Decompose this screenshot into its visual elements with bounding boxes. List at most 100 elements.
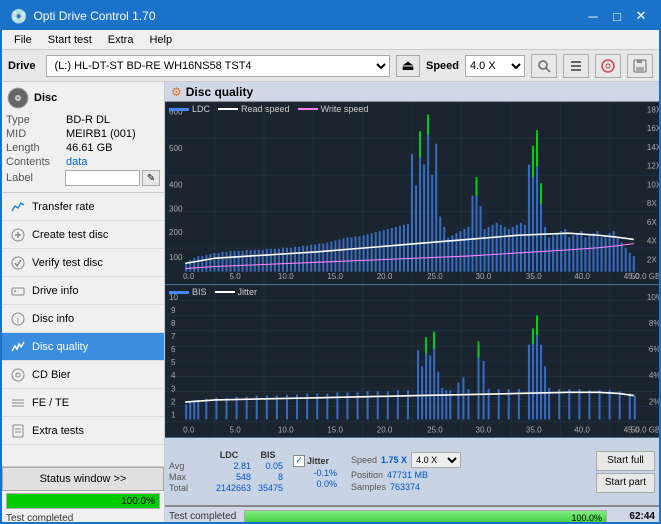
svg-text:500: 500 — [169, 144, 183, 153]
length-value: 46.61 GB — [66, 142, 112, 154]
drive-select[interactable]: (L:) HL-DT-ST BD-RE WH16NS58 TST4 — [46, 55, 390, 77]
avg-jitter: -0.1% — [293, 468, 337, 478]
svg-text:40.0: 40.0 — [574, 424, 590, 434]
speed-stat-select[interactable]: 4.0 X — [411, 452, 461, 468]
svg-text:35.0: 35.0 — [526, 424, 542, 434]
scan-button[interactable] — [531, 54, 557, 78]
main-area: Disc Type BD-R DL MID MEIRB1 (001) Lengt… — [2, 82, 659, 524]
dq-title: Disc quality — [186, 85, 253, 99]
nav-create-test-disc[interactable]: Create test disc — [2, 221, 164, 249]
stats-table: LDC BIS Avg 2.81 0.05 Max 548 8 Total — [169, 450, 283, 493]
legend-ldc: LDC — [169, 104, 210, 114]
samples-value: 763374 — [390, 482, 420, 492]
samples-label: Samples — [351, 482, 386, 492]
bis-header: BIS — [253, 450, 283, 460]
svg-text:6X: 6X — [647, 218, 657, 227]
save-button[interactable] — [627, 54, 653, 78]
svg-text:3: 3 — [171, 383, 176, 393]
svg-text:30.0: 30.0 — [476, 272, 492, 281]
label-edit-button[interactable]: ✎ — [142, 170, 160, 186]
elapsed-time: 62:44 — [615, 511, 655, 522]
speed-select[interactable]: 4.0 X — [465, 55, 525, 77]
legend-jitter: Jitter — [215, 287, 258, 297]
svg-text:40.0: 40.0 — [574, 272, 590, 281]
svg-text:18X: 18X — [647, 105, 659, 114]
jitter-max-row: 0.0% — [293, 479, 337, 489]
dq-header: ⚙ Disc quality — [165, 82, 659, 102]
label-input[interactable] — [65, 170, 140, 186]
jitter-checkbox[interactable]: ✓ — [293, 455, 305, 467]
disc-quality-icon — [10, 339, 26, 355]
start-part-button[interactable]: Start part — [596, 473, 655, 493]
nav-verify-test-disc[interactable]: Verify test disc — [2, 249, 164, 277]
disc-info-icon: i — [10, 311, 26, 327]
titlebar: 💿 Opti Drive Control 1.70 ─ □ ✕ — [2, 2, 659, 30]
nav-transfer-rate[interactable]: Transfer rate — [2, 193, 164, 221]
bottom-chart-svg: 10 9 8 7 6 5 4 3 2 1 10% 8% 6% 4% 2% — [165, 285, 659, 437]
max-label: Max — [169, 472, 205, 482]
max-ldc: 548 — [207, 472, 251, 482]
svg-text:400: 400 — [169, 180, 183, 189]
drive-label: Drive — [8, 60, 36, 72]
transfer-rate-icon — [10, 199, 26, 215]
speed-stat-label: Speed — [351, 455, 377, 465]
svg-text:10.0: 10.0 — [278, 272, 294, 281]
chart-legend-bottom: BIS Jitter — [169, 287, 257, 297]
avg-bis: 0.05 — [253, 461, 283, 471]
contents-label: Contents — [6, 156, 66, 168]
window-controls: ─ □ ✕ — [583, 7, 651, 25]
minimize-button[interactable]: ─ — [583, 7, 603, 25]
svg-text:8X: 8X — [647, 199, 657, 208]
mid-label: MID — [6, 128, 66, 140]
svg-text:30.0: 30.0 — [476, 424, 492, 434]
legend-read-speed: Read speed — [218, 104, 290, 114]
max-jitter: 0.0% — [293, 479, 337, 489]
nav-disc-info[interactable]: i Disc info — [2, 305, 164, 333]
svg-text:15.0: 15.0 — [327, 272, 343, 281]
svg-text:16X: 16X — [647, 124, 659, 133]
menu-start-test[interactable]: Start test — [40, 32, 100, 48]
svg-text:12X: 12X — [647, 162, 659, 171]
start-full-button[interactable]: Start full — [596, 451, 655, 471]
svg-text:14X: 14X — [647, 143, 659, 152]
menu-help[interactable]: Help — [141, 32, 180, 48]
avg-row: Avg 2.81 0.05 — [169, 461, 283, 471]
speed-label: Speed — [426, 60, 459, 72]
close-button[interactable]: ✕ — [631, 7, 651, 25]
type-value: BD-R DL — [66, 114, 110, 126]
settings-button[interactable] — [563, 54, 589, 78]
total-row: Total 2142663 35475 — [169, 483, 283, 493]
length-label: Length — [6, 142, 66, 154]
nav-fe-te[interactable]: FE / TE — [2, 389, 164, 417]
action-buttons: Start full Start part — [596, 451, 655, 493]
nav-cd-bier[interactable]: CD Bier — [2, 361, 164, 389]
progress-bar: 100.0% — [6, 493, 160, 509]
jitter-section: ✓ Jitter -0.1% 0.0% — [293, 455, 337, 489]
jitter-avg-row: -0.1% — [293, 468, 337, 478]
disc-title: Disc — [34, 92, 57, 104]
disc-button[interactable] — [595, 54, 621, 78]
nav-disc-quality[interactable]: Disc quality — [2, 333, 164, 361]
svg-text:4: 4 — [171, 370, 176, 380]
maximize-button[interactable]: □ — [607, 7, 627, 25]
eject-button[interactable]: ⏏ — [396, 55, 420, 77]
svg-text:20.0: 20.0 — [377, 272, 393, 281]
top-chart: LDC Read speed Write speed — [165, 102, 659, 285]
nav-extra-tests[interactable]: Extra tests — [2, 417, 164, 445]
status-window-button[interactable]: Status window >> — [2, 467, 164, 491]
left-panel: Disc Type BD-R DL MID MEIRB1 (001) Lengt… — [2, 82, 165, 524]
contents-value: data — [66, 156, 87, 168]
svg-text:15.0: 15.0 — [327, 424, 343, 434]
menu-extra[interactable]: Extra — [100, 32, 142, 48]
status-area: Status window >> 100.0% Test completed — [2, 466, 164, 524]
svg-text:100: 100 — [169, 253, 183, 262]
menu-file[interactable]: File — [6, 32, 40, 48]
svg-text:0.0: 0.0 — [183, 424, 195, 434]
nav-drive-info[interactable]: Drive info — [2, 277, 164, 305]
status-text: Test completed — [2, 511, 164, 524]
avg-label: Avg — [169, 461, 205, 471]
fe-te-icon — [10, 395, 26, 411]
svg-text:6%: 6% — [649, 344, 659, 354]
speed-row: Speed 1.75 X 4.0 X — [351, 452, 461, 468]
svg-text:2%: 2% — [649, 396, 659, 406]
